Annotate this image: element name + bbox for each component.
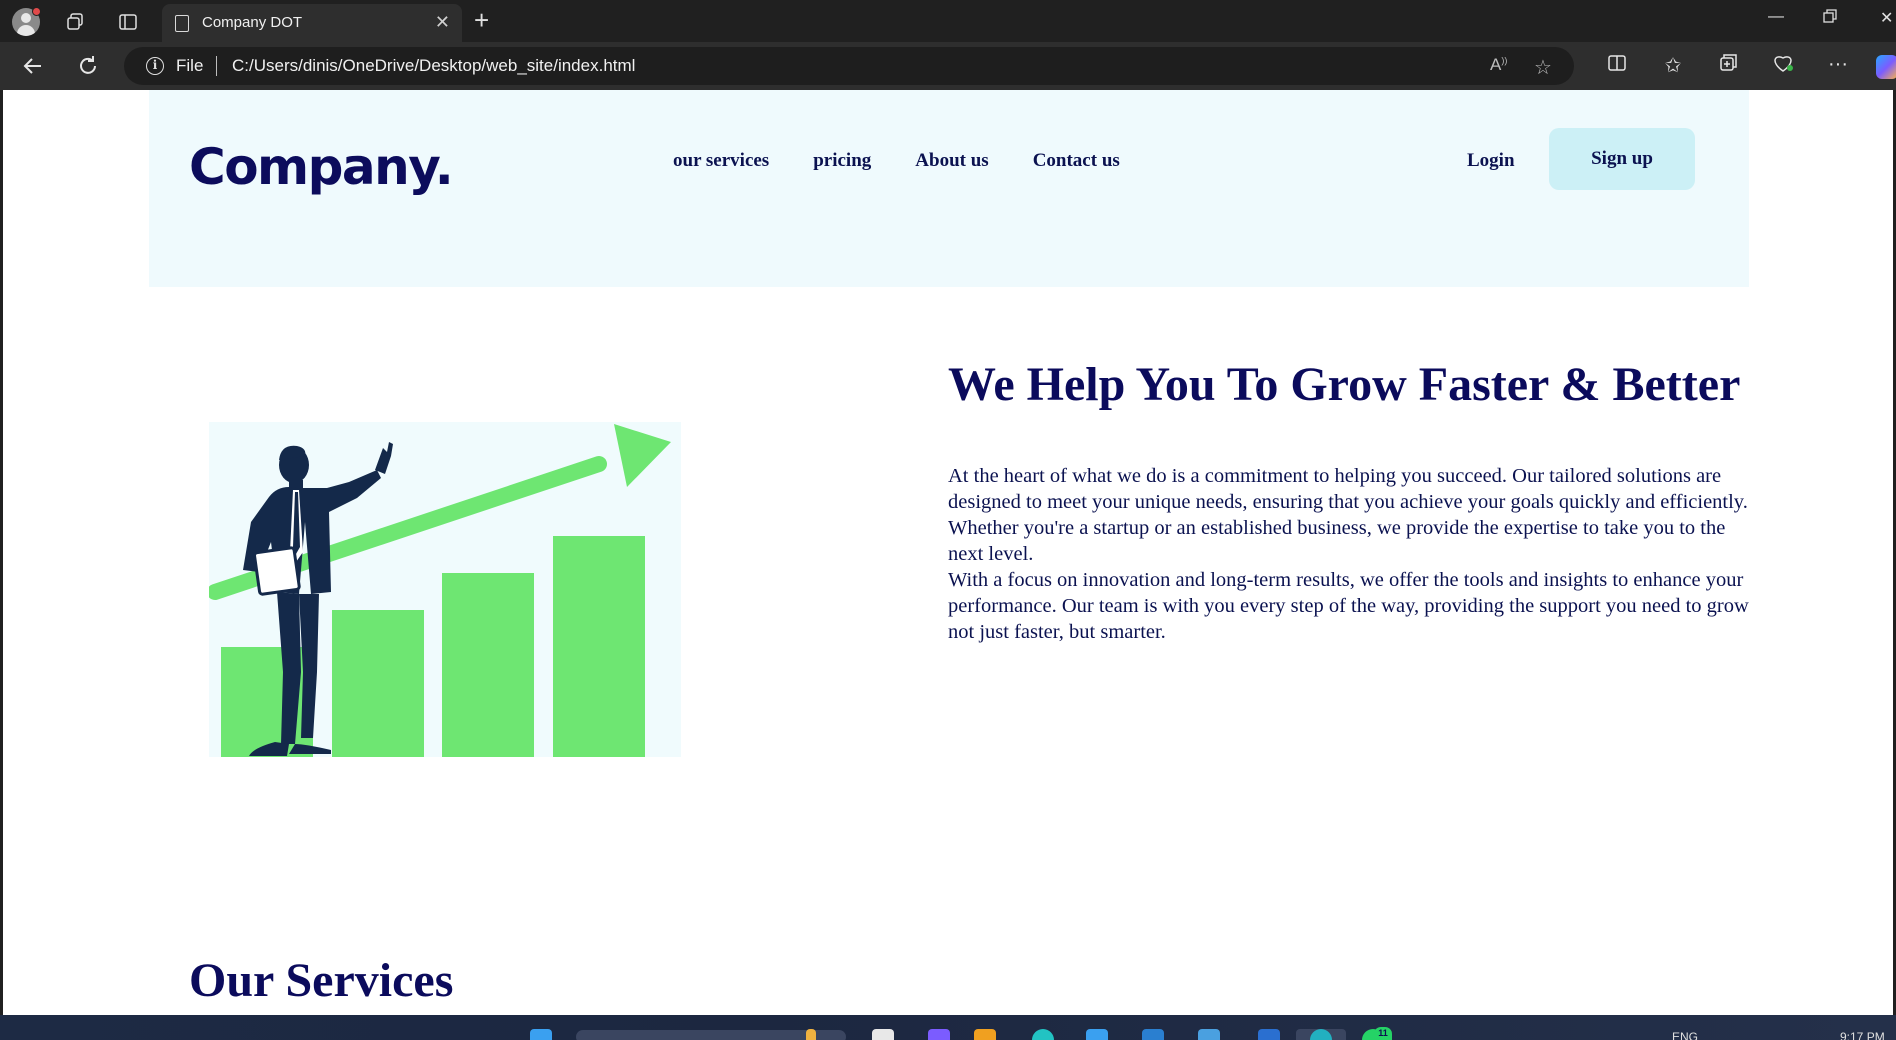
vertical-tabs-icon[interactable] [114, 8, 142, 36]
start-icon[interactable] [530, 1029, 552, 1040]
site-info-icon[interactable]: i [146, 57, 164, 75]
close-window-icon[interactable]: ✕ [1880, 8, 1893, 28]
page-viewport: Company. our services pricing About us C… [3, 90, 1893, 1015]
login-link[interactable]: Login [1467, 150, 1515, 172]
hero-paragraph-2: With a focus on innovation and long-term… [948, 569, 1749, 643]
whatsapp-badge: 11 [1374, 1027, 1392, 1040]
restore-icon[interactable] [1822, 8, 1838, 29]
minimize-icon[interactable]: — [1768, 8, 1784, 26]
taskbar-app-purple-icon[interactable] [928, 1029, 950, 1040]
main-nav: our services pricing About us Contact us [673, 150, 1120, 172]
hero-paragraph-1: At the heart of what we do is a commitme… [948, 465, 1748, 565]
tab-company-dot[interactable]: Company DOT ✕ [162, 4, 462, 42]
growth-chart-illustration [207, 422, 681, 757]
taskbar-app-store-icon[interactable] [1086, 1029, 1108, 1040]
refresh-icon[interactable] [74, 52, 102, 80]
clock-time[interactable]: 9:17 PM [1840, 1030, 1885, 1040]
nav-contact-us[interactable]: Contact us [1033, 150, 1120, 172]
taskbar-app-mail-icon[interactable] [1142, 1029, 1164, 1040]
language-indicator[interactable]: ENG [1672, 1030, 1698, 1040]
address-separator [216, 56, 217, 76]
back-icon[interactable] [19, 52, 47, 80]
collections-icon[interactable] [1715, 53, 1741, 79]
our-services-heading: Our Services [189, 954, 454, 1007]
browser-toolbar: i File C:/Users/dinis/OneDrive/Desktop/w… [0, 42, 1896, 90]
favorites-icon[interactable]: ✩ [1660, 53, 1686, 78]
nav-pricing[interactable]: pricing [813, 150, 871, 172]
notification-dot [32, 7, 41, 16]
favorite-star-icon[interactable]: ☆ [1534, 55, 1552, 80]
split-screen-icon[interactable] [1604, 53, 1630, 79]
read-aloud-icon[interactable]: A)) [1490, 55, 1507, 75]
close-tab-icon[interactable]: ✕ [435, 12, 450, 33]
address-prefix: File [176, 56, 204, 75]
page-icon [175, 15, 189, 32]
search-accent-icon [806, 1029, 816, 1040]
nav-our-services[interactable]: our services [673, 150, 769, 172]
taskbar-app-vscode-icon[interactable] [1258, 1029, 1280, 1040]
more-options-icon[interactable]: ··· [1825, 53, 1851, 76]
hero-title: We Help You To Grow Faster & Better [948, 358, 1741, 411]
url-text[interactable]: C:/Users/dinis/OneDrive/Desktop/web_site… [232, 56, 635, 76]
nav-about-us[interactable]: About us [915, 150, 988, 172]
company-logo[interactable]: Company. [189, 138, 454, 196]
workspaces-icon[interactable] [61, 8, 89, 36]
tab-title: Company DOT [202, 14, 303, 31]
copilot-icon[interactable] [1876, 55, 1896, 79]
taskbar-app-calendar-icon[interactable] [1198, 1029, 1220, 1040]
new-tab-icon[interactable]: + [474, 5, 489, 36]
browser-tab-bar: Company DOT ✕ + — ✕ [0, 0, 1896, 42]
taskbar-app-files-icon[interactable] [872, 1029, 894, 1040]
address-bar[interactable]: i File C:/Users/dinis/OneDrive/Desktop/w… [124, 47, 1574, 85]
hero-description: At the heart of what we do is a commitme… [948, 463, 1753, 645]
site-header: Company. our services pricing About us C… [149, 90, 1749, 287]
taskbar-app-orange-icon[interactable] [974, 1029, 996, 1040]
signup-button[interactable]: Sign up [1549, 128, 1695, 190]
browser-essentials-icon[interactable] [1770, 53, 1796, 79]
